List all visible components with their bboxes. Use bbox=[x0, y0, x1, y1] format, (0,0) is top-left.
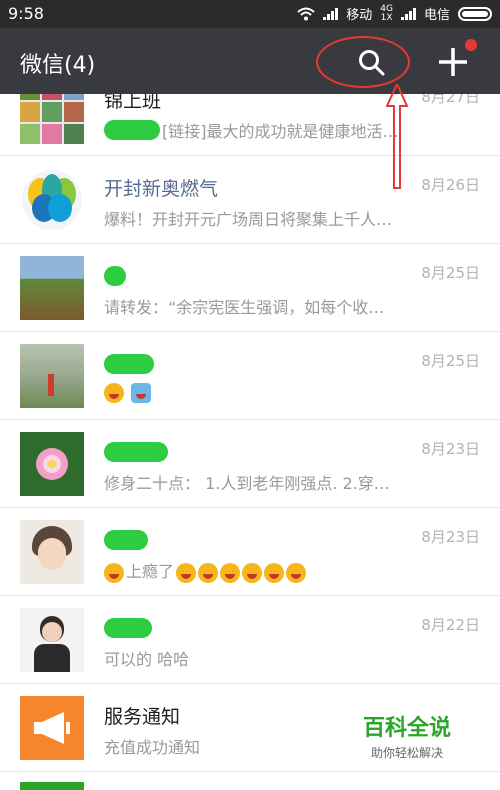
chat-date: 8月27日 bbox=[421, 94, 480, 106]
watermark-title: 百科全说 bbox=[362, 716, 451, 741]
redaction-mark bbox=[104, 354, 154, 374]
avatar bbox=[20, 94, 84, 144]
network-type: 4G 1X bbox=[380, 3, 393, 23]
chat-row[interactable]: 8月23日 上瘾了 bbox=[0, 508, 500, 596]
status-time: 9:58 bbox=[8, 4, 44, 23]
avatar bbox=[20, 344, 84, 408]
avatar bbox=[20, 256, 84, 320]
annotation-arrow-icon bbox=[386, 84, 408, 189]
chat-date: 8月23日 bbox=[421, 440, 480, 458]
chat-row[interactable]: 8月23日 修身二十点： 1.人到老年刚强点. 2.穿… bbox=[0, 420, 500, 508]
carrier-2: 电信 bbox=[423, 8, 450, 23]
page-title: 微信(4) bbox=[20, 53, 96, 78]
next-avatar bbox=[20, 782, 84, 790]
chat-name: 开封新奥燃气 bbox=[104, 178, 219, 200]
signal-icon bbox=[323, 7, 339, 20]
chat-name: 锦上班 bbox=[104, 94, 162, 112]
chat-message-emojis bbox=[104, 382, 419, 403]
avatar bbox=[20, 168, 84, 232]
chat-message: [链接]最大的成功就是健康地活… bbox=[162, 122, 399, 141]
watermark: 百科全说 助你轻松解决 bbox=[352, 710, 462, 761]
laugh-emoji-icon bbox=[104, 562, 124, 583]
chat-row[interactable]: 开封新奥燃气 8月26日 爆料！开封开元广场周日将聚集上千人… bbox=[0, 156, 500, 244]
redaction-mark bbox=[104, 618, 152, 638]
redaction-mark bbox=[104, 530, 148, 550]
laugh-emoji-icon bbox=[286, 562, 307, 583]
redaction-mark bbox=[104, 266, 126, 286]
watermark-subtitle: 助你轻松解决 bbox=[370, 746, 443, 760]
smile-emoji-icon bbox=[104, 382, 124, 403]
chat-row[interactable]: 锦上班 8月27日 [链接]最大的成功就是健康地活… bbox=[0, 94, 500, 156]
chat-list: 锦上班 8月27日 [链接]最大的成功就是健康地活… 开封新奥燃气 8月26日 … bbox=[0, 94, 500, 790]
avatar bbox=[20, 608, 84, 672]
chat-message-emojis: 上瘾了 bbox=[104, 558, 419, 583]
avatar bbox=[20, 520, 84, 584]
chat-message: 请转发：“余宗宪医生强调，如每个收… bbox=[104, 298, 385, 317]
chat-date: 8月23日 bbox=[421, 528, 480, 546]
chat-date: 8月25日 bbox=[421, 264, 480, 282]
wifi-icon bbox=[297, 7, 315, 20]
chat-name: 服务通知 bbox=[104, 706, 181, 728]
chat-date: 8月26日 bbox=[421, 176, 480, 194]
laugh-emoji-icon bbox=[198, 562, 219, 583]
signal-icon-2 bbox=[400, 7, 416, 20]
chat-row[interactable]: 8月25日 请转发：“余宗宪医生强调，如每个收… bbox=[0, 244, 500, 332]
chat-row[interactable]: 8月25日 bbox=[0, 332, 500, 420]
chat-message: 爆料！开封开元广场周日将聚集上千人… bbox=[104, 210, 393, 229]
notification-dot bbox=[465, 39, 477, 51]
chat-date: 8月25日 bbox=[421, 352, 480, 370]
status-bar: 9:58 移动 4G 1X 电信 bbox=[0, 0, 500, 28]
megaphone-icon bbox=[34, 712, 70, 744]
battery-icon bbox=[458, 6, 492, 21]
laugh-emoji-icon bbox=[264, 562, 285, 583]
chat-message: 可以的 哈哈 bbox=[104, 650, 190, 669]
laugh-emoji-icon bbox=[220, 562, 241, 583]
status-indicators: 移动 4G 1X 电信 bbox=[297, 4, 492, 23]
chat-row[interactable]: 8月22日 可以的 哈哈 bbox=[0, 596, 500, 684]
redaction-mark bbox=[104, 442, 168, 462]
plus-icon[interactable] bbox=[436, 45, 470, 79]
carrier-1: 移动 bbox=[346, 8, 373, 23]
avatar bbox=[20, 696, 84, 760]
laugh-emoji-icon bbox=[176, 562, 197, 583]
redaction-mark bbox=[104, 120, 160, 140]
chat-date: 8月22日 bbox=[421, 616, 480, 634]
chat-message: 修身二十点： 1.人到老年刚强点. 2.穿… bbox=[104, 474, 390, 493]
avatar bbox=[20, 432, 84, 496]
gift-emoji-icon bbox=[131, 382, 152, 403]
laugh-emoji-icon bbox=[242, 562, 263, 583]
app-bar: 微信(4) bbox=[0, 28, 500, 94]
search-icon[interactable] bbox=[357, 48, 387, 78]
chat-message: 上瘾了 bbox=[126, 562, 175, 581]
